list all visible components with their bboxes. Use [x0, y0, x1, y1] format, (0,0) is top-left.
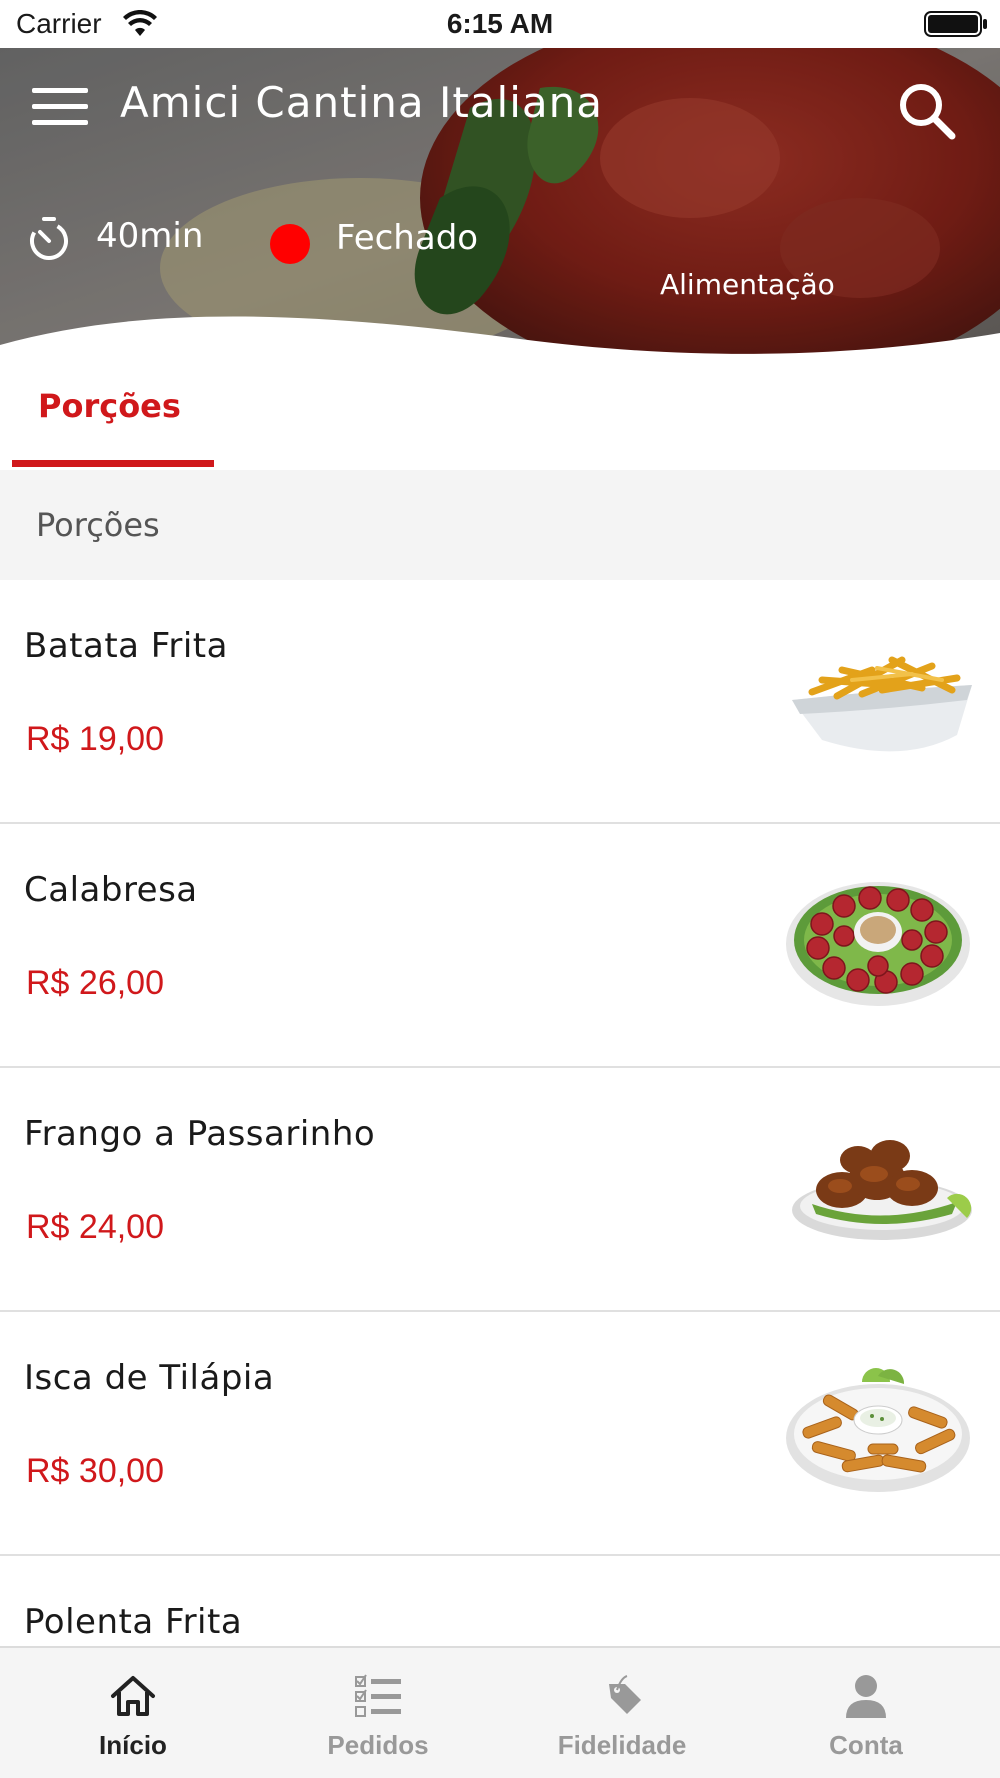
tab-label: Porções	[38, 387, 181, 425]
home-icon	[111, 1676, 155, 1716]
nav-label: Fidelidade	[557, 1730, 687, 1760]
restaurant-name: Amici Cantina Italiana	[120, 78, 603, 127]
tab-porcoes[interactable]: Porções	[12, 373, 214, 467]
nav-label: Pedidos	[327, 1730, 429, 1760]
status-indicator-dot	[270, 224, 310, 264]
fish-strips-image	[786, 1368, 970, 1492]
product-price: R$ 24,00	[26, 1208, 164, 1246]
product-name: Frango a Passarinho	[24, 1114, 376, 1154]
nav-inicio[interactable]: Início	[8, 1648, 258, 1778]
checklist-icon	[355, 1674, 401, 1717]
section-title: Porções	[36, 506, 160, 544]
product-name: Polenta Frita	[24, 1602, 243, 1642]
status-bar: Carrier 6:15 AM	[0, 0, 1000, 48]
clock: 6:15 AM	[446, 8, 554, 39]
timer-icon	[30, 217, 68, 260]
section-header: Porções	[0, 470, 1000, 580]
user-icon	[846, 1675, 886, 1718]
delivery-time: 40min	[96, 216, 204, 256]
product-list: Batata Frita R$ 19,00 Calabresa R$ 26,00	[0, 580, 1000, 1646]
product-item[interactable]: Batata Frita R$ 19,00	[0, 580, 1000, 824]
product-item[interactable]: Isca de Tilápia R$ 30,00	[0, 1312, 1000, 1556]
nav-label: Conta	[829, 1730, 903, 1760]
restaurant-category: Alimentação	[660, 268, 835, 301]
product-name: Calabresa	[24, 870, 198, 910]
category-tabs: Porções	[0, 373, 1000, 469]
product-name: Isca de Tilápia	[24, 1358, 275, 1398]
product-price: R$ 19,00	[26, 720, 164, 758]
fried-chicken-image	[782, 1118, 974, 1253]
bottom-navigation: Início Pedidos Fidelidade Conta	[0, 1646, 1000, 1778]
search-icon[interactable]	[896, 80, 958, 142]
tag-icon	[609, 1675, 641, 1714]
restaurant-header: Amici Cantina Italiana 40min Fechado Ali…	[0, 48, 1000, 373]
nav-fidelidade[interactable]: Fidelidade	[497, 1648, 747, 1778]
menu-icon[interactable]	[32, 84, 88, 128]
nav-pedidos[interactable]: Pedidos	[253, 1648, 503, 1778]
fries-image	[792, 656, 972, 752]
product-item[interactable]: Polenta Frita	[0, 1556, 1000, 1646]
product-price: R$ 30,00	[26, 1452, 164, 1490]
header-wave-divider	[0, 316, 1000, 373]
tab-active-indicator	[12, 460, 214, 467]
product-name: Batata Frita	[24, 626, 228, 666]
open-status: Fechado	[336, 218, 479, 258]
sausage-platter-image	[786, 882, 970, 1006]
nav-conta[interactable]: Conta	[741, 1648, 991, 1778]
battery-icon	[924, 11, 987, 37]
product-item[interactable]: Frango a Passarinho R$ 24,00	[0, 1068, 1000, 1312]
product-item[interactable]: Calabresa R$ 26,00	[0, 824, 1000, 1068]
product-price: R$ 26,00	[26, 964, 164, 1002]
nav-label: Início	[99, 1730, 167, 1760]
